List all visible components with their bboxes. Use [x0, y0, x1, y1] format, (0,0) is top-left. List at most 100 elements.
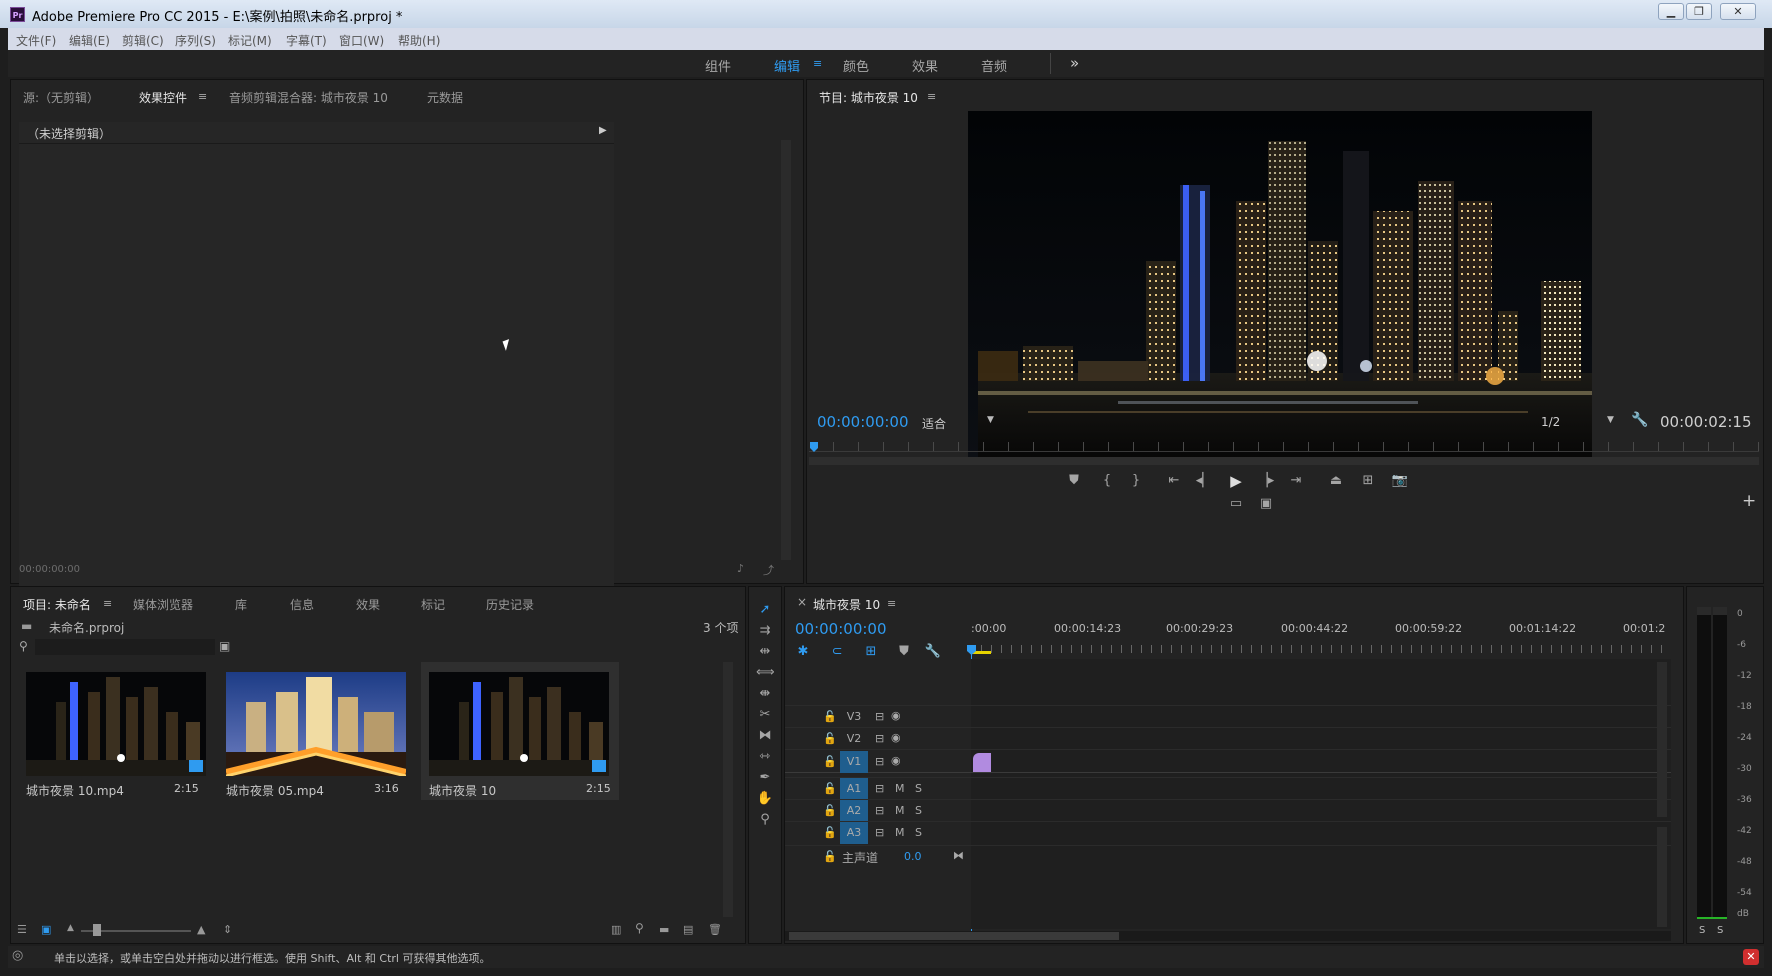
menu-file[interactable]: 文件(F): [16, 32, 56, 49]
play-icon[interactable]: ▶: [1227, 472, 1245, 490]
video-clip[interactable]: [973, 753, 991, 772]
list-view-icon[interactable]: ☰: [17, 923, 27, 936]
wrench-icon[interactable]: 🔧: [1631, 412, 1648, 428]
menu-marker[interactable]: 标记(M): [228, 32, 272, 49]
export-frame-camera-icon[interactable]: 📷: [1391, 472, 1409, 490]
workspace-color[interactable]: 颜色: [843, 56, 869, 75]
sync-lock-icon[interactable]: ⊟: [875, 782, 884, 795]
go-to-out-icon[interactable]: ⇥: [1287, 472, 1305, 490]
sync-lock-icon[interactable]: ⊟: [875, 755, 884, 768]
restore-button[interactable]: ❐: [1686, 3, 1712, 20]
tab-info[interactable]: 信息: [290, 596, 314, 613]
fit-dropdown[interactable]: 适合: [922, 415, 946, 432]
project-item-thumbnail[interactable]: [226, 672, 406, 776]
zoom-tool-icon[interactable]: ⚲: [756, 811, 774, 829]
menu-title[interactable]: 字幕(T): [286, 32, 327, 49]
filter-audio-icon[interactable]: ♪: [737, 562, 744, 575]
rate-stretch-tool-icon[interactable]: ⇼: [756, 685, 774, 703]
program-current-timecode[interactable]: 00:00:00:00: [817, 413, 909, 431]
tab-project[interactable]: 项目: 未命名: [23, 596, 91, 613]
tab-effect-controls[interactable]: 效果控件: [139, 89, 187, 106]
workspace-audio[interactable]: 音频: [981, 56, 1007, 75]
chevron-down-icon[interactable]: ▼: [987, 415, 994, 425]
master-expand-icon[interactable]: ⧓: [953, 849, 964, 862]
lock-icon[interactable]: 🔓: [823, 732, 837, 745]
solo-right-button[interactable]: S: [1717, 925, 1723, 936]
tab-markers[interactable]: 标记: [421, 596, 445, 613]
solo-button[interactable]: S: [915, 782, 922, 795]
workspace-overflow-button[interactable]: »: [1070, 54, 1079, 72]
tab-audio-clip-mixer[interactable]: 音频剪辑混合器: 城市夜景 10: [229, 89, 388, 106]
zoom-in-icon[interactable]: ▲: [197, 923, 205, 936]
find-icon[interactable]: ⚲: [635, 921, 644, 935]
zoom-out-icon[interactable]: ▲: [67, 923, 74, 933]
comparison-view-icon[interactable]: ▣: [1257, 495, 1275, 513]
tab-media-browser[interactable]: 媒体浏览器: [133, 596, 193, 613]
workspace-assembly[interactable]: 组件: [705, 56, 731, 75]
track-target-v2[interactable]: V2: [843, 730, 865, 748]
automate-to-sequence-icon[interactable]: ▥: [611, 923, 621, 936]
timeline-timecode[interactable]: 00:00:00:00: [795, 620, 887, 638]
track-target-a3[interactable]: A3: [840, 822, 868, 844]
pen-tool-icon[interactable]: ✒: [756, 769, 774, 787]
menu-sequence[interactable]: 序列(S): [175, 32, 216, 49]
slide-tool-icon[interactable]: ⇿: [756, 748, 774, 766]
new-item-icon[interactable]: ▤: [683, 923, 693, 936]
track-target-v3[interactable]: V3: [843, 708, 865, 726]
program-monitor-tab[interactable]: 节目: 城市夜景 10: [819, 89, 918, 106]
scrollbar[interactable]: [781, 140, 791, 560]
eye-icon[interactable]: ◉: [891, 709, 901, 722]
panel-menu-icon[interactable]: ≡: [927, 90, 936, 103]
menu-clip[interactable]: 剪辑(C): [122, 32, 164, 49]
chevron-down-icon[interactable]: ▼: [1607, 415, 1614, 425]
sync-lock-icon[interactable]: ⊟: [875, 826, 884, 839]
new-bin-icon[interactable]: ▬: [659, 923, 669, 936]
workspace-menu-icon[interactable]: ≡: [813, 57, 822, 70]
tab-history[interactable]: 历史记录: [486, 596, 534, 613]
export-icon[interactable]: ⤴: [763, 562, 774, 578]
sync-lock-icon[interactable]: ⊟: [875, 804, 884, 817]
lock-icon[interactable]: 🔓: [823, 804, 837, 817]
eye-icon[interactable]: ◉: [891, 731, 901, 744]
selection-tool-icon[interactable]: ➚: [756, 601, 774, 619]
lock-icon[interactable]: 🔓: [823, 755, 837, 768]
tab-source[interactable]: 源:（无剪辑）: [23, 89, 99, 106]
menu-help[interactable]: 帮助(H): [398, 32, 440, 49]
go-to-in-icon[interactable]: ⇤: [1165, 472, 1183, 490]
panel-menu-icon[interactable]: ≡: [887, 597, 896, 610]
solo-button[interactable]: S: [915, 804, 922, 817]
tab-metadata[interactable]: 元数据: [427, 89, 463, 106]
hand-tool-icon[interactable]: ✋: [756, 790, 774, 808]
mark-out-icon[interactable]: }: [1127, 472, 1145, 490]
razor-tool-icon[interactable]: ✂: [756, 706, 774, 724]
menu-edit[interactable]: 编辑(E): [69, 32, 110, 49]
solo-left-button[interactable]: S: [1699, 925, 1705, 936]
mute-button[interactable]: M: [895, 782, 905, 795]
panel-menu-icon[interactable]: ≡: [103, 597, 112, 610]
track-target-a1[interactable]: A1: [840, 778, 868, 800]
extract-icon[interactable]: ⊞: [1359, 472, 1377, 490]
icon-view-icon[interactable]: ▣: [41, 923, 51, 936]
ripple-edit-tool-icon[interactable]: ⇹: [756, 643, 774, 661]
project-item-thumbnail[interactable]: [429, 672, 609, 776]
mute-button[interactable]: M: [895, 826, 905, 839]
zoom-scrollbar[interactable]: [809, 457, 1759, 465]
search-input[interactable]: [35, 639, 215, 655]
sync-lock-icon[interactable]: ⊟: [875, 710, 884, 723]
scrollbar[interactable]: [723, 662, 733, 917]
minimize-button[interactable]: ▁: [1658, 3, 1684, 20]
mute-button[interactable]: M: [895, 804, 905, 817]
scrollbar[interactable]: [1657, 827, 1667, 927]
eye-icon[interactable]: ◉: [891, 754, 901, 767]
program-time-ruler[interactable]: [809, 442, 1759, 452]
resolution-dropdown[interactable]: 1/2: [1541, 415, 1560, 429]
tab-libraries[interactable]: 库: [235, 596, 247, 613]
master-volume-value[interactable]: 0.0: [904, 850, 922, 863]
error-close-icon[interactable]: ✕: [1743, 949, 1759, 965]
lock-icon[interactable]: 🔓: [823, 782, 837, 795]
track-target-v1[interactable]: V1: [840, 751, 868, 773]
panel-menu-icon[interactable]: ≡: [198, 90, 207, 103]
close-window-button[interactable]: ✕: [1720, 3, 1756, 20]
workspace-editing[interactable]: 编辑: [774, 56, 800, 75]
workspace-effects[interactable]: 效果: [912, 56, 938, 75]
